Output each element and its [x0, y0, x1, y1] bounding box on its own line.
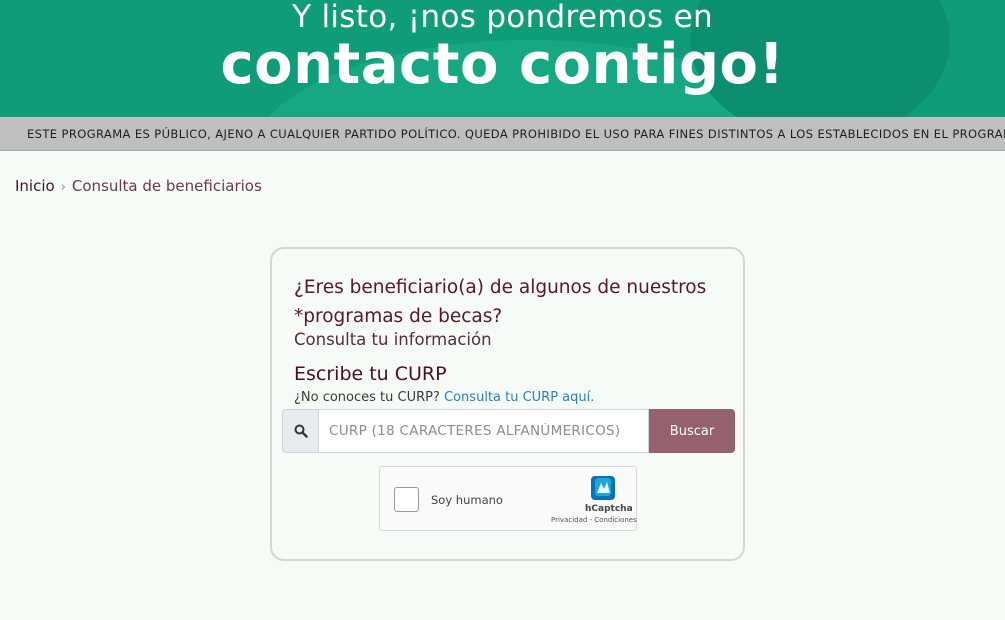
curp-input[interactable] — [318, 409, 649, 453]
breadcrumb-current: Consulta de beneficiarios — [71, 177, 262, 195]
card-subtitle: Consulta tu información — [294, 330, 492, 349]
beneficiary-lookup-card: ¿Eres beneficiario(a) de algunos de nues… — [270, 247, 745, 561]
hcaptcha-logo-icon — [591, 476, 615, 500]
captcha-brand: hCaptcha — [585, 504, 633, 514]
curp-search-group: Buscar — [282, 409, 735, 453]
notice-ticker: ESTE PROGRAMA ES PÚBLICO, AJENO A CUALQU… — [0, 117, 1005, 151]
search-button[interactable]: Buscar — [649, 409, 735, 453]
curp-lookup-link[interactable]: Consulta tu CURP aquí. — [444, 390, 594, 405]
breadcrumb-separator: › — [60, 180, 66, 195]
breadcrumb-home-link[interactable]: Inicio — [15, 177, 55, 195]
captcha-checkbox[interactable] — [394, 487, 419, 512]
captcha-legal-links[interactable]: Privacidad - Condiciones — [551, 516, 637, 524]
breadcrumb: Inicio › Consulta de beneficiarios — [15, 177, 262, 195]
ticker-text: ESTE PROGRAMA ES PÚBLICO, AJENO A CUALQU… — [27, 127, 1005, 141]
hcaptcha-widget: Soy humano hCaptcha Privacidad - Condici… — [379, 466, 637, 531]
banner-heading-line1: Y listo, ¡nos pondremos en — [292, 0, 713, 35]
curp-help-prefix: ¿No conoces tu CURP? — [294, 390, 440, 405]
banner-heading-line2: contacto contigo! — [220, 32, 785, 97]
search-icon — [282, 409, 318, 453]
captcha-label: Soy humano — [431, 493, 503, 507]
card-question: ¿Eres beneficiario(a) de algunos de nues… — [294, 277, 707, 327]
curp-heading: Escribe tu CURP — [294, 363, 447, 385]
hero-banner: Y listo, ¡nos pondremos en contacto cont… — [0, 0, 1005, 117]
curp-help-text: ¿No conoces tu CURP? Consulta tu CURP aq… — [294, 390, 594, 405]
